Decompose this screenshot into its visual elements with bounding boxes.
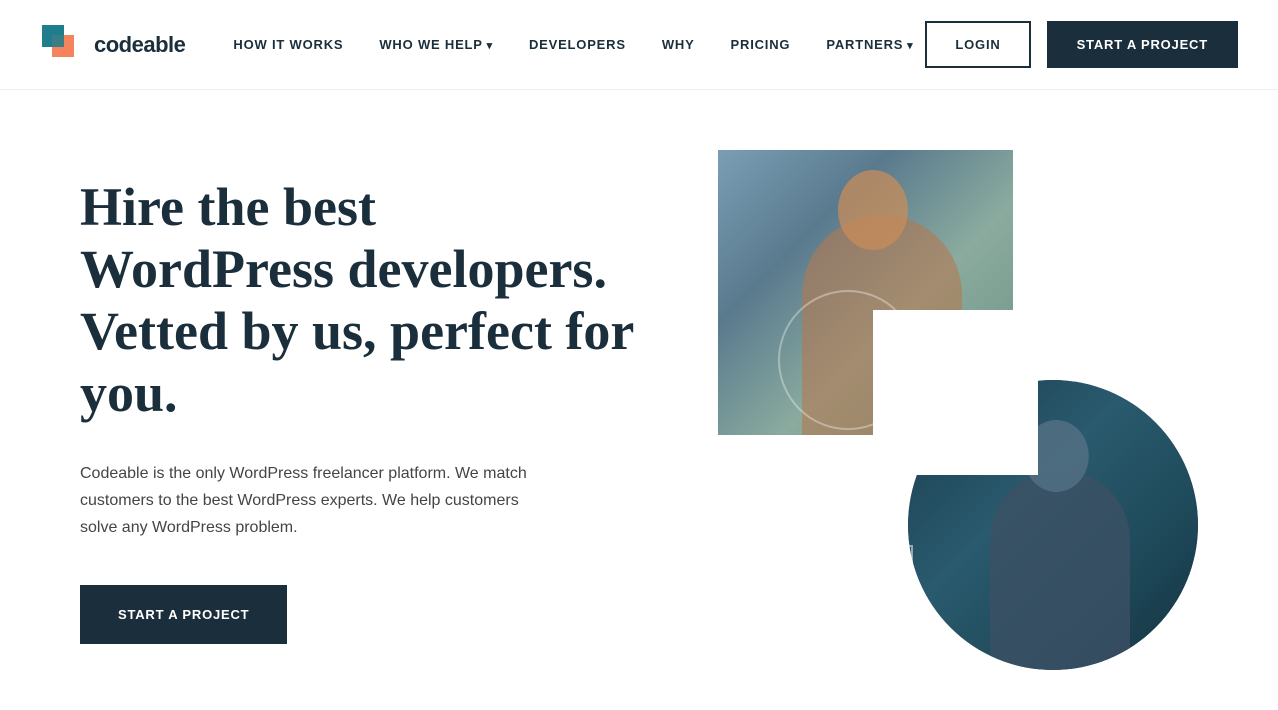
navbar: codeable HOW IT WORKS WHO WE HELP DEVELO… — [0, 0, 1278, 90]
nav-item-how-it-works[interactable]: HOW IT WORKS — [233, 36, 343, 54]
nav-left: codeable HOW IT WORKS WHO WE HELP DEVELO… — [40, 23, 913, 67]
logo-text: codeable — [94, 32, 185, 58]
hero-heading: Hire the best WordPress developers. Vett… — [80, 176, 640, 424]
hero-white-square — [873, 310, 1038, 475]
hero-left: Hire the best WordPress developers. Vett… — [80, 176, 640, 645]
nav-link-why[interactable]: WHY — [662, 37, 695, 52]
logo-icon — [40, 23, 84, 67]
hero-section: Hire the best WordPress developers. Vett… — [0, 90, 1278, 710]
start-project-nav-button[interactable]: START A PROJECT — [1047, 21, 1238, 68]
hero-visual — [718, 150, 1198, 670]
nav-item-developers[interactable]: DEVELOPERS — [529, 36, 626, 54]
nav-link-pricing[interactable]: PRICING — [731, 37, 791, 52]
nav-item-who-we-help[interactable]: WHO WE HELP — [379, 36, 493, 54]
nav-link-developers[interactable]: DEVELOPERS — [529, 37, 626, 52]
nav-link-how-it-works[interactable]: HOW IT WORKS — [233, 37, 343, 52]
login-button[interactable]: LOGIN — [925, 21, 1030, 68]
nav-links: HOW IT WORKS WHO WE HELP DEVELOPERS WHY … — [233, 36, 913, 54]
nav-item-pricing[interactable]: PRICING — [731, 36, 791, 54]
hero-subtext: Codeable is the only WordPress freelance… — [80, 460, 550, 542]
nav-link-who-we-help[interactable]: WHO WE HELP — [379, 37, 493, 52]
nav-right: LOGIN START A PROJECT — [925, 21, 1238, 68]
nav-item-why[interactable]: WHY — [662, 36, 695, 54]
nav-link-partners[interactable]: PARTNERS — [826, 37, 913, 52]
start-project-hero-button[interactable]: START A PROJECT — [80, 585, 287, 644]
hero-outline-square — [858, 545, 913, 600]
nav-item-partners[interactable]: PARTNERS — [826, 36, 913, 54]
logo-link[interactable]: codeable — [40, 23, 185, 67]
